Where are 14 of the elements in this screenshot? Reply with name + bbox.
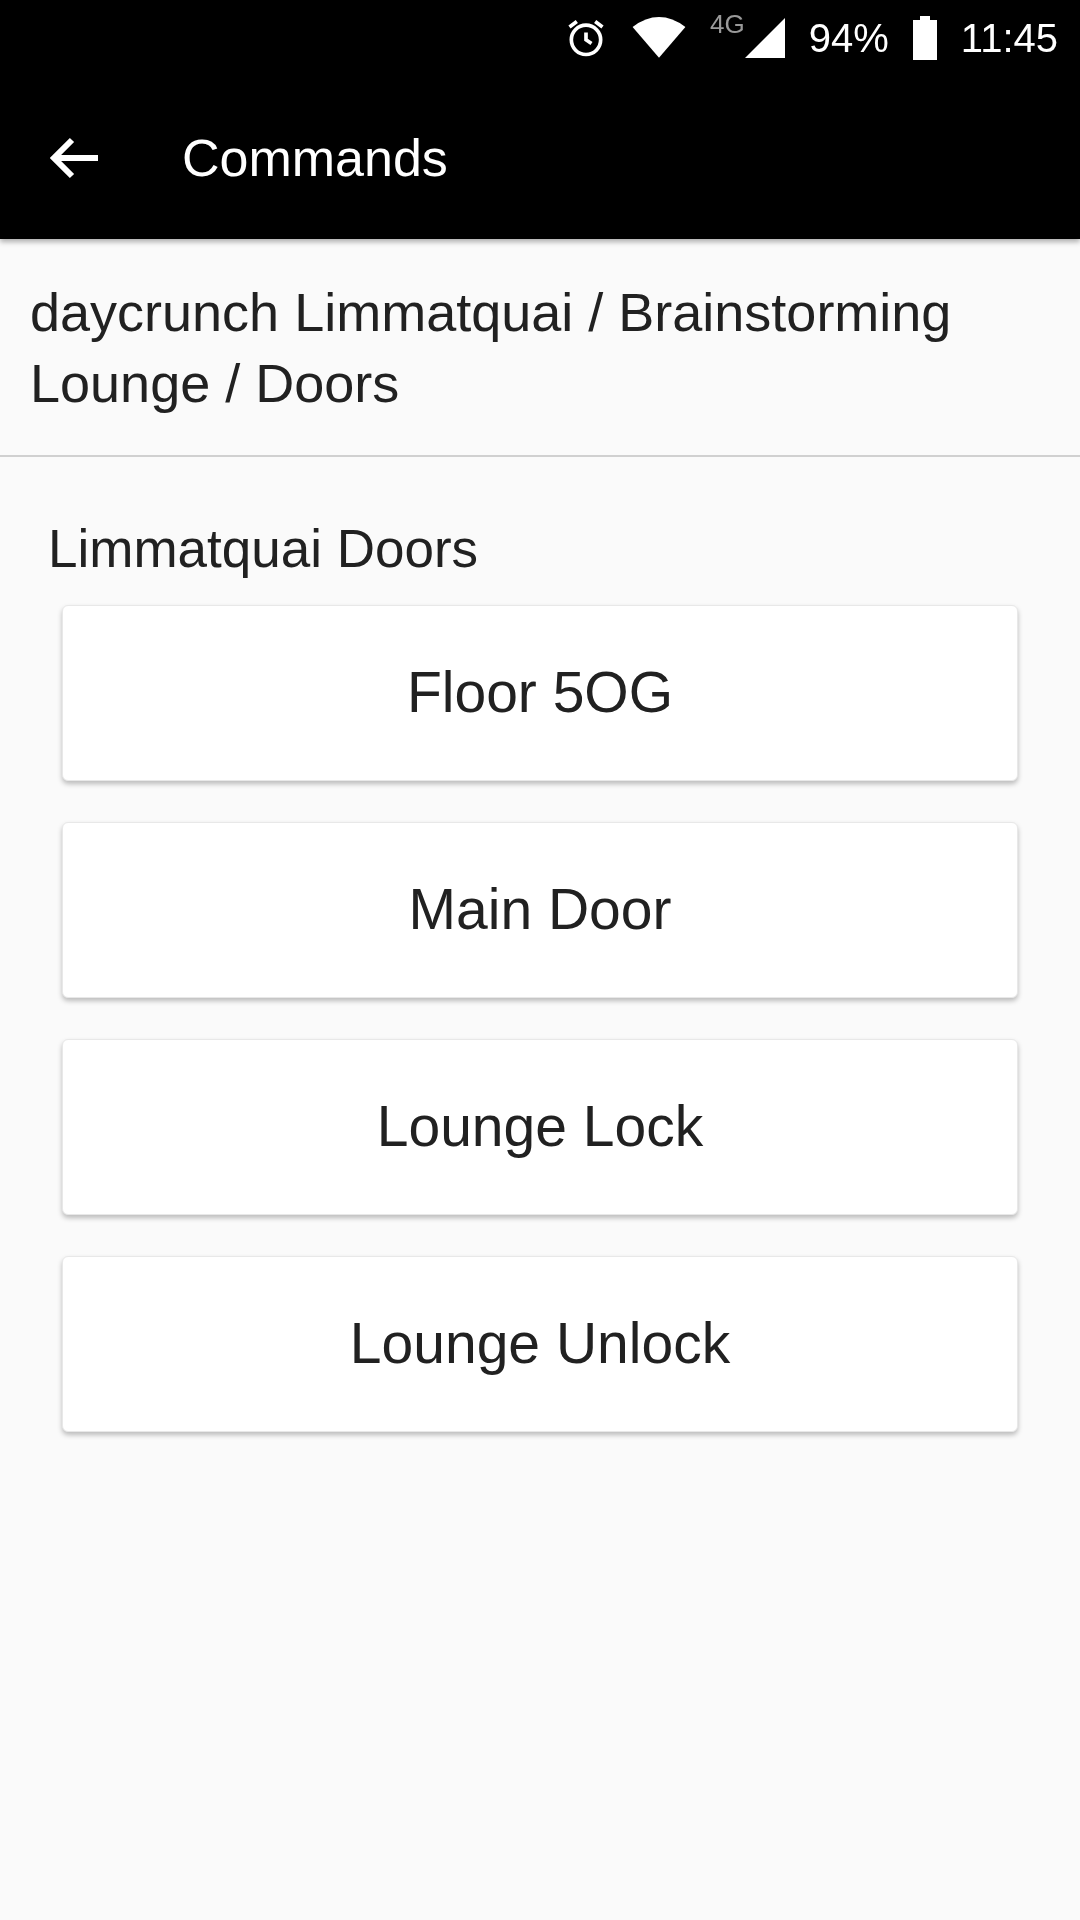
battery-icon	[912, 16, 937, 60]
command-button[interactable]: Main Door	[62, 821, 1018, 998]
back-icon[interactable]	[48, 135, 100, 180]
command-button[interactable]: Lounge Unlock	[62, 1255, 1018, 1432]
battery-percent: 94%	[808, 15, 889, 62]
screen-title: Commands	[182, 127, 448, 189]
command-button[interactable]: Lounge Lock	[62, 1038, 1018, 1215]
signal-icon	[744, 18, 785, 58]
clock-time: 11:45	[960, 15, 1058, 62]
wifi-icon	[632, 16, 687, 60]
breadcrumb-path: daycrunch Limmatquai / Brainstorming Lounge / Doors	[30, 282, 952, 413]
network-type: 4G	[710, 8, 745, 41]
command-button[interactable]: Floor 5OG	[62, 604, 1018, 781]
section-title: Limmatquai Doors	[48, 519, 479, 578]
